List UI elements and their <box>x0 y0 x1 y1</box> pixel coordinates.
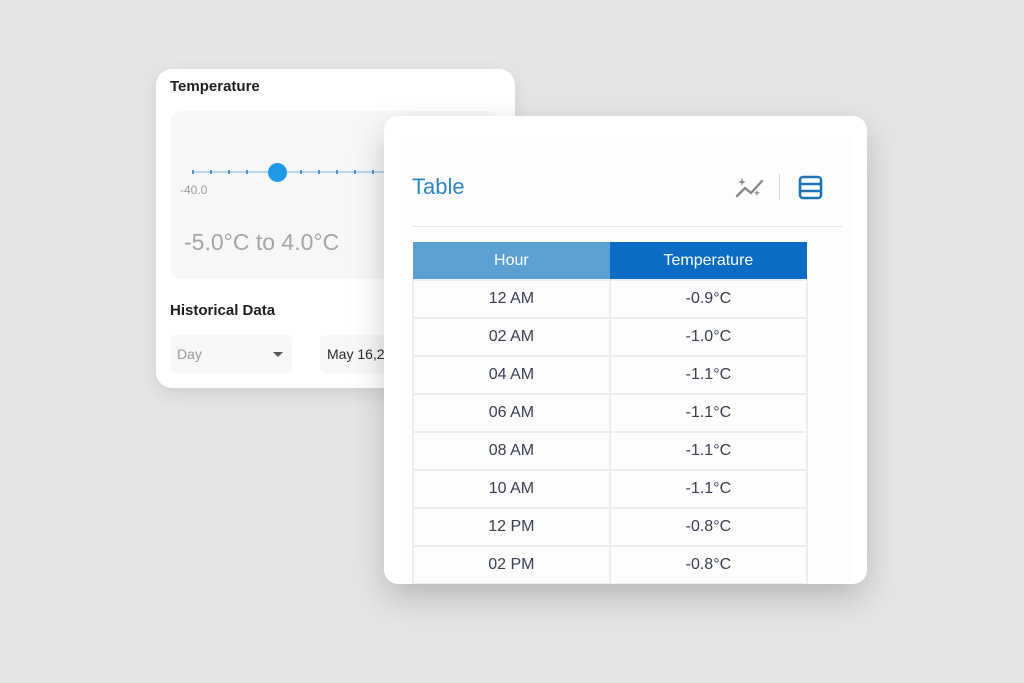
table-row: 06 AM -1.1°C <box>412 393 809 433</box>
temperature-slider-thumb[interactable] <box>268 163 287 182</box>
temperature-range-text: -5.0°C to 4.0°C <box>184 229 340 255</box>
icon-divider <box>779 174 780 200</box>
table-row: 10 AM -1.1°C <box>412 469 809 509</box>
table-title: Table <box>412 174 465 199</box>
date-field-value: May 16,2 <box>327 346 385 362</box>
temperature-table: Hour Temperature 12 AM -0.9°C 02 AM -1.0… <box>412 242 809 584</box>
slider-tick <box>246 170 248 174</box>
slider-tick <box>336 170 338 174</box>
table-row: 02 AM -1.0°C <box>412 317 809 357</box>
hour-cell: 08 AM <box>412 431 611 471</box>
hour-cell: 12 AM <box>412 279 611 319</box>
temperature-cell: -1.1°C <box>608 393 809 433</box>
temperature-cell: -0.8°C <box>608 507 809 547</box>
temperature-cell: -1.0°C <box>608 317 809 357</box>
table-row: 08 AM -1.1°C <box>412 431 809 471</box>
hour-cell: 02 AM <box>412 317 611 357</box>
historical-data-title: Historical Data <box>170 302 276 319</box>
header-separator <box>412 226 842 227</box>
hour-cell: 10 AM <box>412 469 611 509</box>
slider-tick <box>354 170 356 174</box>
table-row: 02 PM -0.8°C <box>412 545 809 584</box>
hour-cell: 06 AM <box>412 393 611 433</box>
table-row: 12 PM -0.8°C <box>412 507 809 547</box>
slider-tick <box>300 170 302 174</box>
period-select-value: Day <box>177 346 202 362</box>
table-row: 04 AM -1.1°C <box>412 355 809 395</box>
period-select[interactable]: Day <box>170 335 292 373</box>
column-header-hour[interactable]: Hour <box>413 242 610 280</box>
line-chart-sparkle-icon[interactable] <box>735 176 765 200</box>
slider-min-label: -40.0 <box>180 183 208 197</box>
temperature-cell: -1.1°C <box>608 355 809 395</box>
table-panel: Table Hour Temperature 12 AM -0.9°C 02 A… <box>402 136 852 584</box>
temperature-cell: -0.9°C <box>608 279 809 319</box>
slider-tick <box>192 170 194 174</box>
table-icon[interactable] <box>798 175 823 200</box>
slider-tick <box>372 170 374 174</box>
temperature-title: Temperature <box>170 78 260 95</box>
temperature-cell: -1.1°C <box>608 431 809 471</box>
column-header-temperature[interactable]: Temperature <box>609 242 807 280</box>
table-card: Table Hour Temperature 12 AM -0.9°C 02 A… <box>384 116 867 584</box>
slider-tick <box>210 170 212 174</box>
hour-cell: 02 PM <box>412 545 611 584</box>
table-row: 12 AM -0.9°C <box>412 279 809 319</box>
chevron-down-icon <box>273 352 283 357</box>
hour-cell: 04 AM <box>412 355 611 395</box>
slider-tick <box>318 170 320 174</box>
table-header-row: Hour Temperature <box>413 242 807 280</box>
temperature-cell: -1.1°C <box>608 469 809 509</box>
temperature-cell: -0.8°C <box>608 545 809 584</box>
hour-cell: 12 PM <box>412 507 611 547</box>
slider-tick <box>228 170 230 174</box>
